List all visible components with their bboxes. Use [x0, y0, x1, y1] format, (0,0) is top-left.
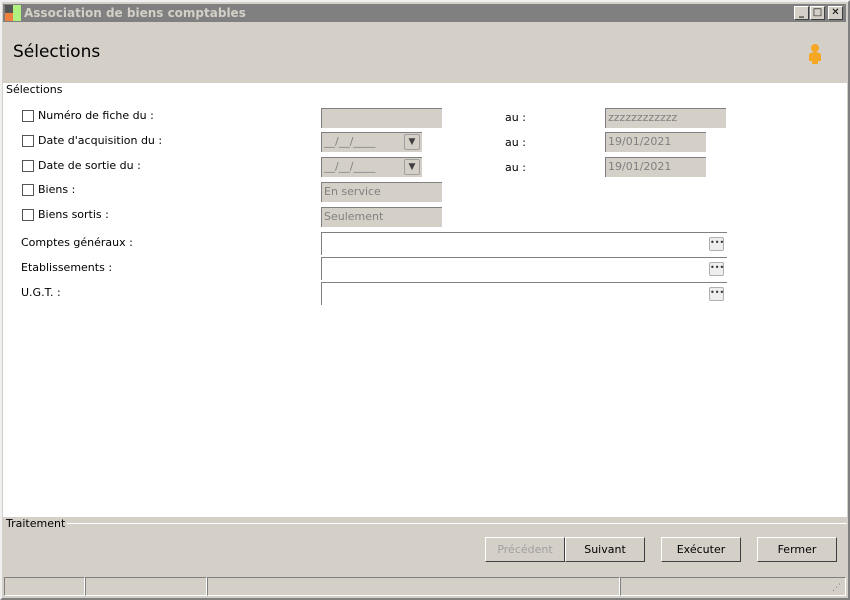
biens-label: Biens : [38, 183, 76, 196]
app-icon [5, 5, 21, 21]
date-acquisition-label: Date d'acquisition du : [38, 134, 163, 147]
status-pane [620, 577, 846, 596]
divider [60, 523, 847, 524]
date-value: __/__/____ [324, 160, 376, 173]
ellipsis-button[interactable]: ••• [709, 262, 724, 276]
ellipsis-button[interactable]: ••• [709, 287, 724, 301]
minimize-button[interactable]: _ [794, 6, 809, 20]
close-button[interactable]: Fermer [757, 537, 837, 562]
chevron-down-icon[interactable]: ▼ [404, 159, 420, 175]
ellipsis-button[interactable]: ••• [709, 237, 724, 251]
resize-grip-icon[interactable]: ⋰ [832, 583, 841, 593]
biens-checkbox[interactable] [22, 184, 34, 196]
biens-sortis-select[interactable]: Seulement [321, 207, 442, 227]
ugt-input[interactable] [321, 282, 727, 305]
biens-select[interactable]: En service [321, 182, 442, 202]
chevron-down-icon[interactable]: ▼ [404, 134, 420, 150]
user-icon[interactable] [806, 43, 824, 65]
comptes-generaux-label: Comptes généraux : [21, 236, 133, 249]
au-label: au : [505, 111, 526, 124]
ugt-label: U.G.T. : [21, 286, 61, 299]
selections-legend: Sélections [6, 83, 65, 96]
etablissements-label: Etablissements : [21, 261, 113, 274]
status-pane [85, 577, 207, 596]
status-pane [207, 577, 620, 596]
status-pane [4, 577, 85, 596]
date-acquisition-to-input[interactable]: 19/01/2021 [605, 132, 706, 152]
etablissements-input[interactable] [321, 257, 727, 280]
next-button[interactable]: Suivant [565, 537, 645, 562]
maximize-button[interactable]: □ [810, 6, 825, 20]
numero-fiche-to-input[interactable]: zzzzzzzzzzzz [605, 108, 726, 128]
title-bar: Association de biens comptables [3, 4, 846, 22]
divider [58, 89, 847, 90]
window-title: Association de biens comptables [24, 6, 246, 20]
traitement-legend: Traitement [6, 517, 68, 530]
au-label: au : [505, 136, 526, 149]
close-window-button[interactable]: ✕ [828, 6, 843, 20]
numero-fiche-label: Numéro de fiche du : [38, 109, 154, 122]
page-title: Sélections [13, 42, 101, 62]
biens-sortis-checkbox[interactable] [22, 209, 34, 221]
au-label: au : [505, 161, 526, 174]
date-sortie-to-input[interactable]: 19/01/2021 [605, 157, 706, 177]
biens-sortis-label: Biens sortis : [38, 208, 109, 221]
date-acquisition-checkbox[interactable] [22, 135, 34, 147]
numero-fiche-checkbox[interactable] [22, 110, 34, 122]
previous-button[interactable]: Précédent [485, 537, 565, 562]
date-sortie-checkbox[interactable] [22, 160, 34, 172]
numero-fiche-from-input[interactable] [321, 108, 442, 128]
execute-button[interactable]: Exécuter [661, 537, 741, 562]
date-sortie-label: Date de sortie du : [38, 159, 141, 172]
comptes-generaux-input[interactable] [321, 232, 727, 255]
date-value: __/__/____ [324, 135, 376, 148]
